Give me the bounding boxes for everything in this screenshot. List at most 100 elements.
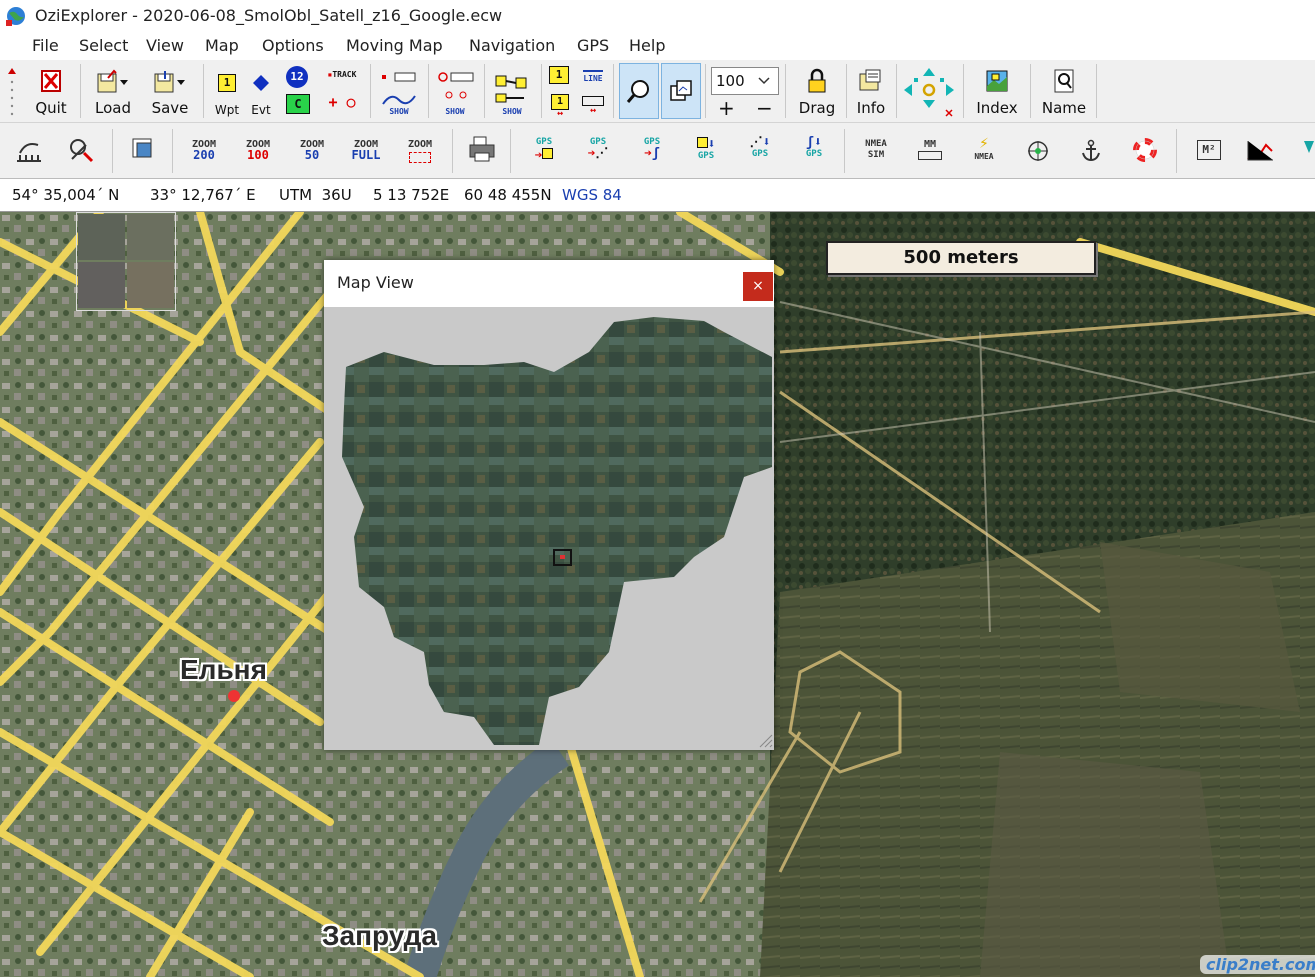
track-icon bbox=[382, 72, 416, 82]
m2-label: M² bbox=[1197, 140, 1221, 160]
main-toolbar: Quit Load Save 1 Wpt Evt 12 C ▪TRACK + ○ bbox=[0, 60, 1315, 123]
print-map-icon[interactable] bbox=[130, 135, 156, 163]
event-button[interactable]: Evt bbox=[246, 62, 276, 120]
track-text: TRACK bbox=[332, 70, 357, 79]
zoom-200-button[interactable]: ZOOM 200 bbox=[182, 129, 226, 173]
toolbar-separator bbox=[844, 129, 845, 173]
toolbar-separator bbox=[705, 64, 706, 118]
map-view-window[interactable]: Map View × bbox=[324, 260, 774, 750]
route-show-button-2[interactable]: SHOW bbox=[490, 62, 534, 120]
gps-download-route-button[interactable]: ⋰⬇ GPS bbox=[738, 129, 782, 173]
thumbnail-tile[interactable] bbox=[78, 262, 125, 308]
magnifier-icon bbox=[626, 80, 649, 103]
menu-bar: File Select View Map Options Moving Map … bbox=[0, 32, 1315, 59]
map-view-canvas[interactable] bbox=[324, 307, 774, 750]
longitude: 33° 12,767´ E bbox=[150, 186, 256, 204]
comment-icon[interactable]: C bbox=[286, 94, 310, 114]
track-show-button[interactable]: SHOW bbox=[377, 62, 421, 120]
anchor-icon[interactable] bbox=[1080, 139, 1102, 163]
route-edit-icon bbox=[495, 75, 527, 103]
thumbnail-tile[interactable] bbox=[127, 262, 174, 308]
zoom-out-icon[interactable]: − bbox=[756, 98, 773, 118]
toolbar-separator bbox=[846, 64, 847, 118]
gps-upload-route-button[interactable]: GPS ➔⋰ bbox=[576, 129, 620, 173]
zoom-select[interactable]: 100 bbox=[711, 67, 779, 95]
load-button[interactable]: Load bbox=[88, 62, 138, 120]
info-button[interactable]: Info bbox=[850, 62, 892, 120]
menu-map[interactable]: Map bbox=[205, 36, 239, 55]
toolbar-separator bbox=[613, 64, 614, 118]
menu-options[interactable]: Options bbox=[262, 36, 324, 55]
toolbar-separator bbox=[785, 64, 786, 118]
gps-tool-icon[interactable] bbox=[66, 135, 96, 165]
zoom-50-button[interactable]: ZOOM 50 bbox=[290, 129, 334, 173]
toolbar-separator bbox=[896, 64, 897, 118]
toolbar-separator bbox=[452, 129, 453, 173]
menu-gps[interactable]: GPS bbox=[577, 36, 609, 55]
zoom-value: 100 bbox=[716, 72, 745, 90]
gps-label-5: GPS bbox=[751, 149, 769, 159]
toolbar-separator bbox=[510, 129, 511, 173]
zoom-full-button[interactable]: ZOOM FULL bbox=[344, 129, 388, 173]
thumbnail-tile[interactable] bbox=[127, 214, 174, 260]
overlapping-maps-icon bbox=[670, 80, 692, 101]
chevron-down-icon bbox=[758, 77, 770, 85]
route-show-button[interactable]: SHOW bbox=[433, 62, 477, 120]
toolbar-separator bbox=[112, 129, 113, 173]
lifebuoy-icon[interactable] bbox=[1133, 138, 1157, 162]
quit-button[interactable]: Quit bbox=[28, 62, 74, 120]
print-icon[interactable] bbox=[468, 135, 496, 163]
mm-label: MM bbox=[923, 139, 937, 150]
track-label[interactable]: ▪TRACK bbox=[322, 70, 362, 80]
menu-navigation[interactable]: Navigation bbox=[469, 36, 555, 55]
gps-download-track-button[interactable]: ʃ⬇ GPS bbox=[792, 129, 836, 173]
menu-view[interactable]: View bbox=[146, 36, 184, 55]
zoom-full-value: FULL bbox=[351, 148, 381, 162]
thumbnail-tile[interactable] bbox=[78, 214, 125, 260]
nmea-sim-button[interactable]: NMEA SIM bbox=[854, 129, 898, 173]
add-track-point-icon[interactable]: + ○ bbox=[322, 94, 362, 110]
gps-download-waypoints-button[interactable]: ⬇ GPS bbox=[684, 129, 728, 173]
show-label-1: SHOW bbox=[389, 107, 409, 116]
menu-moving-map[interactable]: Moving Map bbox=[346, 36, 443, 55]
waypoint-distance-icon[interactable]: 1 ↔ bbox=[549, 94, 571, 119]
moving-map-button[interactable]: MM bbox=[908, 129, 952, 173]
waypoint-list-icon[interactable]: 1 bbox=[549, 66, 571, 86]
zoom-select-area-button[interactable]: ZOOM bbox=[398, 129, 442, 173]
datum: WGS 84 bbox=[562, 186, 622, 204]
toolbar-separator bbox=[370, 64, 371, 118]
gps-upload-waypoints-button[interactable]: GPS ➔ bbox=[522, 129, 566, 173]
name-search-icon bbox=[1054, 69, 1074, 93]
map-thumbnail-grid[interactable] bbox=[76, 212, 176, 311]
map-view-button[interactable] bbox=[619, 63, 659, 119]
gps-setup-icon[interactable] bbox=[14, 135, 44, 165]
menu-select[interactable]: Select bbox=[79, 36, 128, 55]
route-waypoint-icon[interactable]: 12 bbox=[286, 66, 308, 88]
evt-label: Evt bbox=[251, 103, 271, 117]
overflow-tool-icon[interactable] bbox=[1300, 137, 1315, 163]
map-view-title: Map View bbox=[337, 273, 414, 292]
nmea-button[interactable]: ⚡ NMEA bbox=[962, 129, 1006, 173]
zoom-in-icon[interactable]: + bbox=[718, 98, 735, 118]
map-list-button[interactable] bbox=[661, 63, 701, 119]
area-measure-button[interactable]: M² bbox=[1186, 129, 1230, 173]
name-button[interactable]: Name bbox=[1036, 62, 1092, 120]
gps-upload-track-button[interactable]: GPS ➔ʃ bbox=[630, 129, 674, 173]
index-button[interactable]: Index bbox=[970, 62, 1024, 120]
waypoint-button[interactable]: 1 Wpt bbox=[210, 62, 244, 120]
crosshair-target-icon[interactable] bbox=[1026, 139, 1050, 163]
scale-bar: 500 meters bbox=[826, 241, 1096, 275]
zoom-100-button[interactable]: ZOOM 100 bbox=[236, 129, 280, 173]
drag-button[interactable]: Drag bbox=[793, 62, 841, 120]
zoom-select-top: ZOOM bbox=[407, 139, 433, 150]
distance-icon[interactable]: ↔ bbox=[580, 96, 606, 118]
toolbar-separator bbox=[541, 64, 542, 118]
pan-arrows-icon[interactable] bbox=[902, 66, 956, 118]
close-button[interactable]: × bbox=[743, 272, 773, 301]
window-title: OziExplorer - 2020-06-08_SmolObl_Satell_… bbox=[35, 6, 503, 25]
save-button[interactable]: Save bbox=[145, 62, 195, 120]
menu-help[interactable]: Help bbox=[629, 36, 665, 55]
line-icon[interactable]: LINE bbox=[580, 66, 606, 88]
elevation-chart-icon[interactable] bbox=[1246, 137, 1274, 163]
menu-file[interactable]: File bbox=[32, 36, 59, 55]
